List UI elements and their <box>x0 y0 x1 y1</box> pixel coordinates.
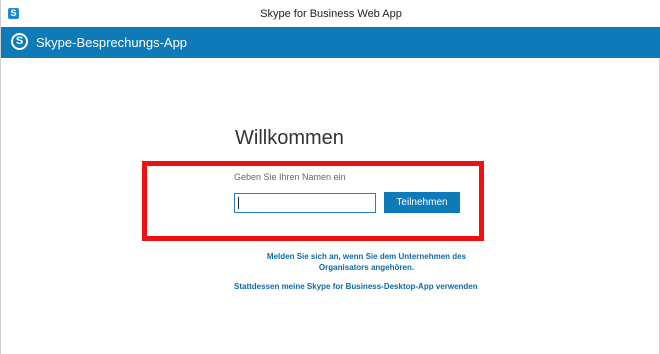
signin-link[interactable]: Melden Sie sich an, wenn Sie dem Unterne… <box>244 251 489 273</box>
window-title: Skype for Business Web App <box>260 8 402 20</box>
welcome-heading: Willkommen <box>235 127 344 149</box>
text-caret <box>238 197 239 209</box>
name-field-label: Geben Sie Ihren Namen ein <box>234 172 346 182</box>
title-bar: S Skype for Business Web App <box>1 0 660 27</box>
join-button[interactable]: Teilnehmen <box>384 192 460 213</box>
app-window: S Skype for Business Web App S Skype-Bes… <box>0 0 660 354</box>
app-header: S Skype-Besprechungs-App <box>1 27 660 58</box>
skype-logo-icon: S <box>11 33 28 50</box>
app-title: Skype-Besprechungs-App <box>36 35 188 50</box>
name-input[interactable] <box>234 193 376 213</box>
desktop-app-link[interactable]: Stattdessen meine Skype for Business-Des… <box>234 282 478 291</box>
